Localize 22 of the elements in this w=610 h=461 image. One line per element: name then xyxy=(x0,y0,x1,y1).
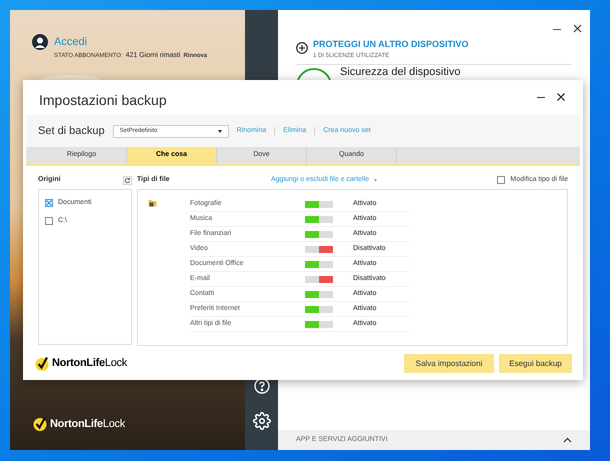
refresh-icon[interactable] xyxy=(123,176,132,184)
settings-icon[interactable] xyxy=(252,412,270,430)
device-security-title: Sicurezza del dispositivo xyxy=(340,66,460,78)
backup-set-label: Set di backup xyxy=(38,124,105,139)
chevron-up-icon[interactable] xyxy=(563,437,572,443)
add-icon[interactable] xyxy=(296,42,308,54)
checkbox[interactable] xyxy=(45,199,53,208)
action-button[interactable]: Esegui backup xyxy=(499,354,572,373)
checkbox[interactable] xyxy=(45,216,53,225)
checkmark-logo-icon xyxy=(32,416,48,432)
brand-logo-text: NortonLifeLock xyxy=(50,416,125,432)
caret-icon[interactable] xyxy=(374,178,378,182)
brand-logo-text: NortonLifeLock xyxy=(52,356,127,372)
help-icon[interactable] xyxy=(254,378,270,394)
checkmark-logo-icon xyxy=(34,356,50,372)
avatar-icon xyxy=(32,34,48,50)
protect-device-link[interactable]: PROTEGGI UN ALTRO DISPOSITIVO xyxy=(313,38,469,52)
dialog-title: Impostazioni backup xyxy=(39,91,167,110)
close-icon[interactable] xyxy=(573,24,582,33)
action-button[interactable]: Salva impostazioni xyxy=(404,354,494,373)
close-icon[interactable] xyxy=(557,93,565,101)
folder-icon xyxy=(148,198,157,207)
